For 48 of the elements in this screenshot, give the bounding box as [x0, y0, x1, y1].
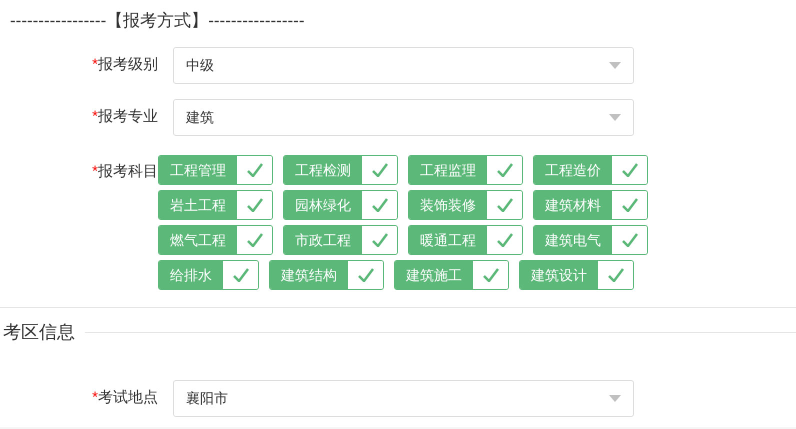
section-heading: 考区信息	[3, 321, 75, 344]
subject-checkbox[interactable]: 建筑电气	[533, 225, 648, 255]
subject-checkbox[interactable]: 建筑施工	[394, 260, 509, 290]
field-label: 报考专业	[98, 107, 158, 128]
subject-checkbox[interactable]: 园林绿化	[283, 190, 398, 220]
subject-checkbox[interactable]: 装饰装修	[408, 190, 523, 220]
subject-checkbox[interactable]: 工程检测	[283, 155, 398, 185]
check-icon	[246, 233, 262, 247]
subject-checkbox[interactable]: 工程监理	[408, 155, 523, 185]
check-icon	[622, 198, 638, 212]
subject-checkbox[interactable]: 工程管理	[158, 155, 273, 185]
check-icon	[372, 198, 388, 212]
check-icon	[358, 268, 374, 282]
subject-checkbox[interactable]: 建筑材料	[533, 190, 648, 220]
field-label: 考试地点	[98, 388, 158, 408]
required-mark: *	[92, 162, 98, 182]
check-icon	[372, 233, 388, 247]
select-field[interactable]: 建筑	[173, 99, 634, 136]
check-icon	[246, 163, 262, 177]
select-field[interactable]: 襄阳市	[173, 380, 634, 417]
dropdown-caret-icon	[609, 62, 621, 69]
select-field[interactable]: 中级	[173, 47, 634, 84]
dropdown-caret-icon	[609, 114, 621, 121]
section-title: -----------------【报考方式】-----------------	[10, 11, 304, 30]
subject-checkbox[interactable]: 燃气工程	[158, 225, 273, 255]
field-label: 报考科目	[98, 162, 158, 182]
subject-checkbox[interactable]: 暖通工程	[408, 225, 523, 255]
check-icon	[496, 233, 512, 247]
check-icon	[232, 268, 248, 282]
required-mark: *	[92, 107, 98, 128]
check-icon	[246, 198, 262, 212]
subject-checkbox[interactable]: 市政工程	[283, 225, 398, 255]
dropdown-caret-icon	[609, 395, 621, 402]
check-icon	[372, 163, 388, 177]
required-mark: *	[92, 55, 98, 76]
subject-checkbox[interactable]: 给排水	[158, 260, 259, 290]
required-mark: *	[92, 388, 98, 408]
check-icon	[482, 268, 498, 282]
field-label: 报考级别	[98, 55, 158, 76]
subject-checkbox[interactable]: 岩土工程	[158, 190, 273, 220]
check-icon	[622, 233, 638, 247]
subject-checkbox[interactable]: 工程造价	[533, 155, 648, 185]
subject-checkbox[interactable]: 建筑结构	[269, 260, 384, 290]
check-icon	[608, 268, 624, 282]
subject-checkbox[interactable]: 建筑设计	[519, 260, 634, 290]
check-icon	[622, 163, 638, 177]
check-icon	[496, 163, 512, 177]
check-icon	[496, 198, 512, 212]
